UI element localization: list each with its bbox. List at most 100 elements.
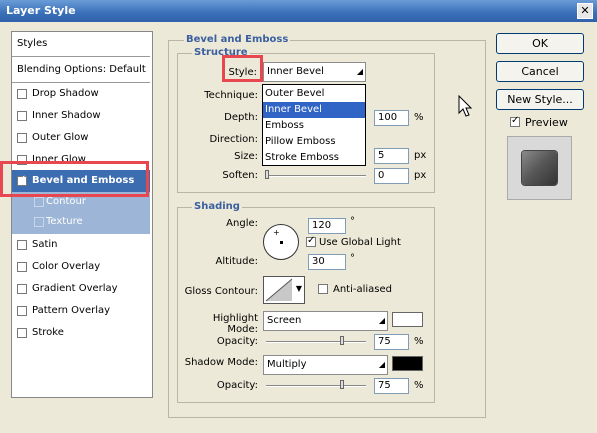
shadow-opacity-field[interactable]: 75 <box>374 378 409 394</box>
use-global-light-label: Use Global Light <box>319 237 401 248</box>
style-item-outer-glow[interactable]: Outer Glow <box>12 128 150 148</box>
title-bar: Layer Style ✕ <box>0 0 597 22</box>
soften-label: Soften: <box>222 170 258 181</box>
style-item-texture[interactable]: Texture <box>12 212 150 234</box>
angle-dial[interactable]: + <box>263 224 299 260</box>
shadow-mode-select[interactable]: Multiply ◢ <box>263 355 388 375</box>
style-dropdown-list: Outer Bevel Inner Bevel Emboss Pillow Em… <box>262 84 366 166</box>
bevel-emboss-title: Bevel and Emboss <box>184 34 291 45</box>
highlight-mode-label: Highlight Mode: <box>212 313 258 335</box>
anti-aliased-checkbox[interactable] <box>318 284 328 294</box>
close-button[interactable]: ✕ <box>577 3 593 19</box>
style-select-value: Inner Bevel <box>267 66 324 77</box>
soften-field[interactable]: 0 <box>374 168 409 184</box>
new-style-button[interactable]: New Style... <box>496 89 584 110</box>
inner-shadow-label: Inner Shadow <box>32 110 101 121</box>
styles-item[interactable]: Styles <box>12 34 150 54</box>
style-option-inner-bevel[interactable]: Inner Bevel <box>263 102 365 118</box>
color-overlay-label: Color Overlay <box>32 261 101 272</box>
highlight-box-style <box>222 55 263 82</box>
outer-glow-checkbox[interactable] <box>17 133 27 143</box>
style-preview-box <box>507 136 572 200</box>
altitude-field[interactable]: 30 <box>308 254 346 270</box>
mouse-cursor-icon <box>458 95 472 117</box>
style-select[interactable]: Inner Bevel ◢ <box>263 62 366 82</box>
style-item-gradient-overlay[interactable]: Gradient Overlay <box>12 279 150 299</box>
style-item-inner-shadow[interactable]: Inner Shadow <box>12 106 150 126</box>
shadow-opacity-thumb[interactable] <box>340 380 344 389</box>
gradient-overlay-label: Gradient Overlay <box>32 283 118 294</box>
satin-checkbox[interactable] <box>17 240 27 250</box>
chevron-down-icon: ◢ <box>378 316 385 325</box>
size-unit: px <box>414 150 427 161</box>
contour-preview-icon <box>265 278 293 302</box>
style-option-outer-bevel[interactable]: Outer Bevel <box>263 86 365 102</box>
outer-glow-label: Outer Glow <box>32 132 89 143</box>
gloss-contour-picker[interactable]: ▼ <box>263 276 305 304</box>
highlight-opacity-label: Opacity: <box>216 336 258 347</box>
preview-swatch <box>522 151 557 185</box>
window-title: Layer Style <box>6 4 76 17</box>
pattern-overlay-label: Pattern Overlay <box>32 305 111 316</box>
shadow-color-swatch[interactable] <box>392 356 423 371</box>
texture-checkbox[interactable] <box>34 217 44 227</box>
pattern-overlay-checkbox[interactable] <box>17 306 27 316</box>
style-option-stroke-emboss[interactable]: Stroke Emboss <box>263 150 365 166</box>
angle-field[interactable]: 120 <box>308 218 346 234</box>
style-item-drop-shadow[interactable]: Drop Shadow <box>12 84 150 104</box>
anti-aliased-label: Anti-aliased <box>333 284 393 295</box>
depth-label: Depth: <box>224 112 258 123</box>
highlight-mode-select[interactable]: Screen ◢ <box>263 311 388 331</box>
size-field[interactable]: 5 <box>374 148 409 164</box>
shadow-opacity-unit: % <box>414 380 424 391</box>
stroke-label: Stroke <box>32 327 64 338</box>
ok-button[interactable]: OK <box>496 33 584 54</box>
stroke-checkbox[interactable] <box>17 328 27 338</box>
drop-shadow-checkbox[interactable] <box>17 89 27 99</box>
styles-list: Styles Blending Options: Default Drop Sh… <box>11 31 153 398</box>
list-divider <box>12 56 150 57</box>
color-overlay-checkbox[interactable] <box>17 262 27 272</box>
soften-slider-thumb[interactable] <box>265 170 269 179</box>
contour-checkbox[interactable] <box>34 197 44 207</box>
highlight-opacity-field[interactable]: 75 <box>374 334 409 350</box>
preview-checkbox[interactable] <box>510 115 520 127</box>
style-item-color-overlay[interactable]: Color Overlay <box>12 257 150 277</box>
shadow-mode-label: Shadow Mode: <box>184 357 258 368</box>
angle-label: Angle: <box>226 218 258 229</box>
contour-dropdown-arrow-icon: ▼ <box>295 284 302 293</box>
style-option-pillow-emboss[interactable]: Pillow Emboss <box>263 134 365 150</box>
contour-label: Contour <box>46 196 86 207</box>
style-item-stroke[interactable]: Stroke <box>12 323 150 343</box>
shadow-opacity-label: Opacity: <box>216 380 258 391</box>
blending-options-item[interactable]: Blending Options: Default <box>12 60 150 80</box>
crosshair-icon: + <box>273 228 280 237</box>
soften-unit: px <box>414 170 427 181</box>
depth-unit: % <box>414 112 424 123</box>
style-option-emboss[interactable]: Emboss <box>263 118 365 134</box>
altitude-unit: ° <box>350 253 355 264</box>
highlight-opacity-thumb[interactable] <box>340 336 344 345</box>
angle-unit: ° <box>350 216 355 227</box>
technique-label: Technique: <box>204 90 258 101</box>
gradient-overlay-checkbox[interactable] <box>17 284 27 294</box>
highlight-opacity-unit: % <box>414 336 424 347</box>
highlight-color-swatch[interactable] <box>392 312 423 327</box>
shadow-opacity-slider[interactable] <box>266 385 366 387</box>
use-global-light-checkbox[interactable] <box>306 235 316 247</box>
angle-dial-center <box>280 241 283 244</box>
style-item-satin[interactable]: Satin <box>12 235 150 255</box>
style-item-pattern-overlay[interactable]: Pattern Overlay <box>12 301 150 321</box>
inner-shadow-checkbox[interactable] <box>17 111 27 121</box>
depth-field[interactable]: 100 <box>374 110 409 126</box>
satin-label: Satin <box>32 239 58 250</box>
soften-slider[interactable] <box>266 175 366 177</box>
cancel-button[interactable]: Cancel <box>496 61 584 82</box>
highlight-opacity-slider[interactable] <box>266 341 366 343</box>
size-label: Size: <box>234 151 258 162</box>
highlight-mode-value: Screen <box>267 315 302 326</box>
altitude-label: Altitude: <box>215 256 258 267</box>
direction-label: Direction: <box>209 134 258 145</box>
chevron-down-icon: ◢ <box>378 360 385 369</box>
preview-label: Preview <box>525 116 568 129</box>
